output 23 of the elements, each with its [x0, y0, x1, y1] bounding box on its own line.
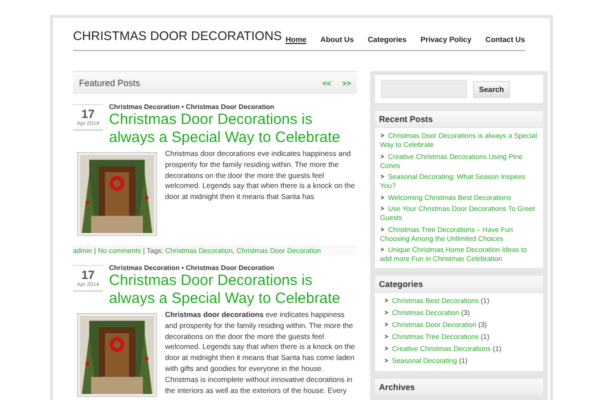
chevron-icon	[384, 358, 389, 363]
post-title[interactable]: Christmas Door Decorations is always a Special Way to Celebrate	[109, 111, 357, 147]
chevron-icon	[380, 174, 385, 179]
chevron-icon	[380, 247, 385, 252]
chevron-icon	[384, 310, 389, 315]
search-field[interactable]	[381, 80, 467, 98]
chevron-icon	[380, 154, 385, 158]
chevron-icon	[384, 334, 389, 339]
chevron-icon	[384, 298, 389, 303]
post-title[interactable]: Christmas Door Decorations is always a Special Way to Celebrate	[109, 272, 357, 308]
date-day: 17	[81, 268, 95, 282]
date-day: 17	[81, 107, 95, 121]
chevron-icon	[380, 206, 385, 211]
widget-title: Recent Posts	[375, 111, 543, 128]
chevron-icon	[380, 133, 385, 138]
chevron-icon	[384, 322, 389, 327]
site-title[interactable]: CHRISTMAS DOOR DECORATIONS	[73, 29, 282, 44]
chevron-icon	[380, 226, 385, 232]
chevron-icon	[380, 194, 385, 200]
widget-title: Categories	[375, 276, 543, 293]
widget-title: Archives	[375, 378, 543, 396]
chevron-icon	[384, 346, 389, 351]
featured-title: Featured Posts	[79, 78, 140, 88]
